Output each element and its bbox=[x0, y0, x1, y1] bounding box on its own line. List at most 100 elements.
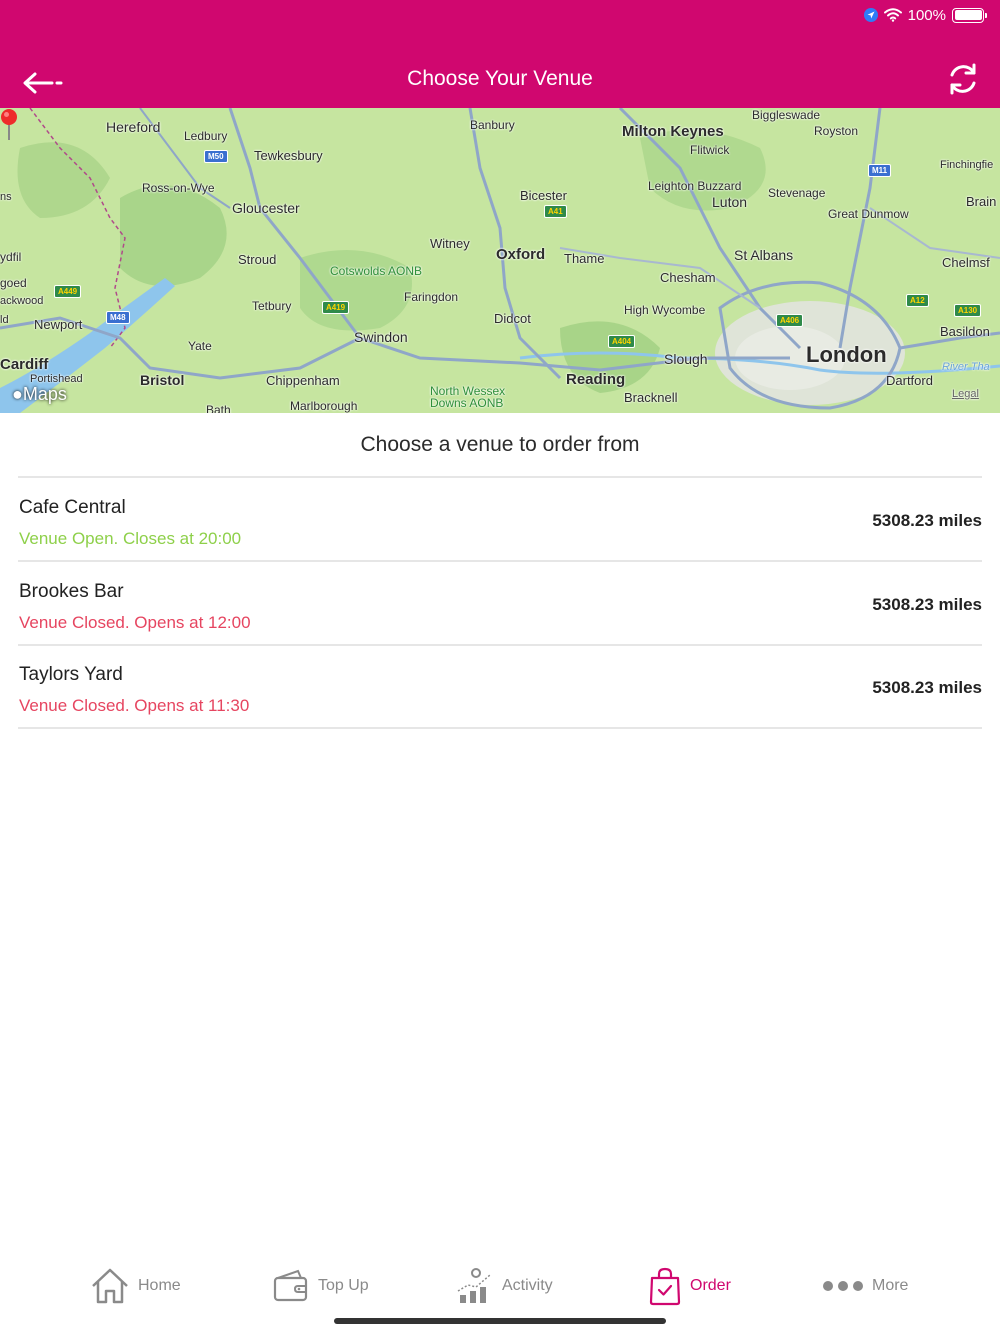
map-label: Newport bbox=[34, 317, 83, 332]
map-label: Chelmsf bbox=[942, 255, 990, 270]
map-label: Bath bbox=[206, 403, 231, 413]
map-label: Finchingfie bbox=[940, 159, 994, 171]
wifi-icon bbox=[883, 8, 902, 22]
tab-label: Activity bbox=[502, 1277, 553, 1294]
map-label: Royston bbox=[814, 124, 859, 138]
map-label: Stroud bbox=[238, 252, 277, 267]
map-label: Marlborough bbox=[290, 399, 358, 413]
tab-more[interactable]: More bbox=[822, 1256, 908, 1316]
map-label: ydfil bbox=[0, 250, 22, 264]
road-badge: A406 bbox=[776, 314, 804, 327]
maps-attribution-text: Maps bbox=[22, 384, 67, 404]
venue-row[interactable]: Taylors Yard Venue Closed. Opens at 11:3… bbox=[18, 645, 982, 727]
map-label: Hereford bbox=[106, 119, 161, 135]
map-label: Leighton Buzzard bbox=[648, 179, 742, 193]
battery-icon bbox=[952, 7, 987, 23]
map-label: Flitwick bbox=[690, 143, 730, 157]
road-badge: A12 bbox=[906, 294, 929, 307]
venue-name: Brookes Bar bbox=[19, 581, 124, 602]
map-label: Brain bbox=[966, 194, 997, 209]
page-title: Choose Your Venue bbox=[407, 67, 593, 90]
venue-status: Venue Closed. Opens at 11:30 bbox=[19, 696, 250, 715]
venue-distance: 5308.23 miles bbox=[872, 595, 982, 614]
map-label: Yate bbox=[188, 339, 212, 353]
road-badge: M11 bbox=[868, 164, 892, 177]
map-label: Chesham bbox=[660, 270, 716, 285]
map-label: Dartford bbox=[886, 373, 933, 388]
divider bbox=[18, 727, 982, 729]
map-label: London bbox=[806, 342, 887, 367]
map-label: High Wycombe bbox=[624, 303, 706, 317]
tab-label: Order bbox=[690, 1277, 731, 1294]
road-badge: A449 bbox=[54, 285, 82, 298]
map-label: North Wessex Downs AONB bbox=[430, 384, 506, 410]
map-label: Milton Keynes bbox=[622, 123, 724, 140]
map-label: Luton bbox=[712, 194, 748, 210]
map-label: Oxford bbox=[496, 246, 546, 263]
map-label: Faringdon bbox=[404, 290, 459, 304]
apple-logo-icon: ● bbox=[12, 384, 23, 404]
map-label: Bicester bbox=[520, 188, 567, 203]
map-label: Thame bbox=[564, 251, 605, 266]
venue-name: Taylors Yard bbox=[19, 664, 123, 685]
map-label: Biggleswade bbox=[752, 108, 821, 122]
map-label: Cardiff bbox=[0, 356, 49, 373]
venue-distance: 5308.23 miles bbox=[872, 511, 982, 530]
battery-percentage: 100% bbox=[907, 6, 946, 24]
map-label: Ross-on-Wye bbox=[142, 181, 215, 195]
map-label: Bracknell bbox=[624, 390, 678, 405]
shopping-bag-icon bbox=[649, 1267, 681, 1306]
tab-activity[interactable]: Activity bbox=[456, 1256, 553, 1316]
tab-bar: Home Top Up Activity Order More bbox=[0, 1256, 1000, 1318]
map-label: Bristol bbox=[140, 372, 185, 388]
refresh-button[interactable] bbox=[944, 60, 982, 98]
wallet-icon bbox=[273, 1269, 308, 1302]
location-arrow-icon bbox=[863, 8, 878, 22]
tab-top-up[interactable]: Top Up bbox=[272, 1256, 369, 1316]
status-bar: 100% bbox=[863, 6, 987, 24]
road-badge: M48 bbox=[106, 311, 130, 324]
venue-map[interactable]: Hereford Ledbury Tewkesbury Ross-on-Wye … bbox=[0, 108, 1000, 413]
venue-status: Venue Closed. Opens at 12:00 bbox=[19, 613, 251, 632]
venue-distance: 5308.23 miles bbox=[872, 678, 982, 697]
map-legal-link[interactable]: Legal bbox=[952, 388, 979, 400]
road-badge: M50 bbox=[204, 150, 228, 163]
tab-label: Home bbox=[138, 1277, 181, 1294]
road-badge: A41 bbox=[544, 205, 567, 218]
map-label: Chippenham bbox=[266, 373, 340, 388]
app-header: 100% Choose Your Venue bbox=[0, 0, 1000, 108]
map-label: Cotswolds AONB bbox=[330, 264, 423, 278]
map-label: ld bbox=[0, 314, 9, 326]
map-label: ns bbox=[0, 191, 12, 203]
more-dots-icon bbox=[823, 1281, 863, 1291]
map-label: goed bbox=[0, 276, 27, 290]
venue-status: Venue Open. Closes at 20:00 bbox=[19, 529, 242, 548]
map-label: Swindon bbox=[354, 329, 408, 345]
road-badge: A419 bbox=[322, 301, 350, 314]
activity-chart-icon bbox=[457, 1268, 491, 1303]
map-label: Tewkesbury bbox=[254, 148, 323, 163]
map-label: Gloucester bbox=[232, 200, 300, 216]
home-icon bbox=[92, 1268, 128, 1304]
map-label: Reading bbox=[566, 371, 626, 388]
map-label: Slough bbox=[664, 351, 708, 367]
road-badge: A404 bbox=[608, 335, 636, 348]
tab-home[interactable]: Home bbox=[90, 1256, 181, 1316]
map-label: Basildon bbox=[940, 324, 990, 339]
refresh-icon bbox=[950, 63, 976, 95]
map-label: Stevenage bbox=[768, 186, 826, 200]
road-badge: A130 bbox=[954, 304, 982, 317]
maps-attribution: ●Maps bbox=[12, 384, 67, 405]
venue-row[interactable]: Cafe Central Venue Open. Closes at 20:00… bbox=[18, 478, 982, 560]
home-indicator[interactable] bbox=[334, 1318, 666, 1324]
map-label: River Tha bbox=[942, 361, 990, 373]
map-label: Witney bbox=[430, 236, 470, 251]
map-label: Didcot bbox=[494, 311, 531, 326]
venue-name: Cafe Central bbox=[19, 497, 126, 518]
map-label: Tetbury bbox=[252, 299, 292, 313]
map-label: ackwood bbox=[0, 295, 44, 307]
venue-row[interactable]: Brookes Bar Venue Closed. Opens at 12:00… bbox=[18, 562, 982, 644]
tab-order[interactable]: Order bbox=[648, 1256, 731, 1316]
tab-label: More bbox=[872, 1277, 909, 1294]
location-pin-icon[interactable] bbox=[0, 108, 18, 142]
